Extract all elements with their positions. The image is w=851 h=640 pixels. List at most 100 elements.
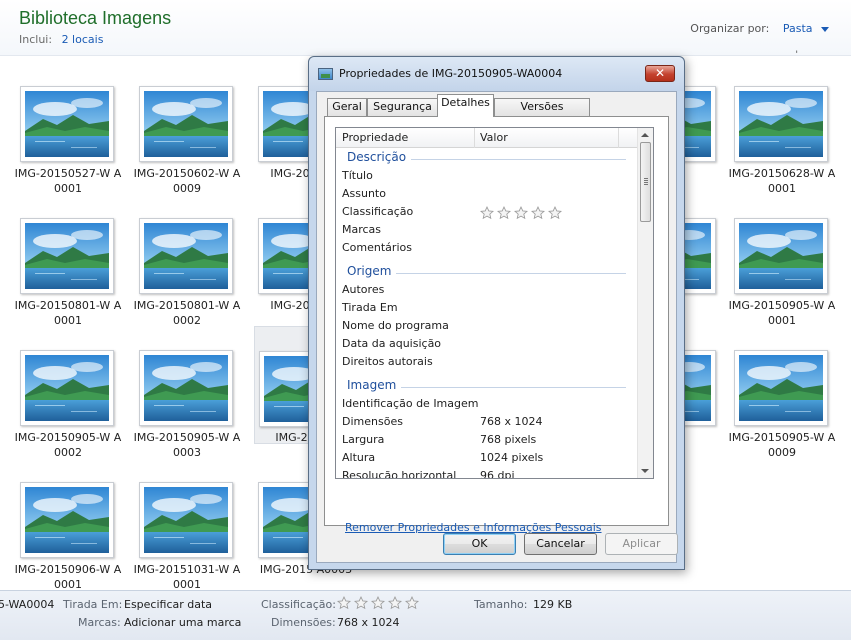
list-item[interactable]: Dimensões 768 x 1024 <box>336 413 638 431</box>
taken-label: Tirada Em: <box>63 598 123 611</box>
photo-icon <box>20 350 114 426</box>
list-item[interactable]: Autores <box>336 281 638 299</box>
thumbnail-item[interactable]: IMG-20150527-W A0001 <box>12 82 124 200</box>
tags-label: Marcas: <box>78 616 121 629</box>
thumbnail-item[interactable]: IMG-20150801-W A0002 <box>131 214 243 332</box>
properties-dialog: Propriedades de IMG-20150905-WA0004 ✕ Ge… <box>308 56 685 570</box>
column-property[interactable]: Propriedade <box>342 131 408 144</box>
cancel-button[interactable]: Cancelar <box>524 533 597 555</box>
list-item[interactable]: Largura 768 pixels <box>336 431 638 449</box>
thumbnail-item[interactable]: IMG-20150905-W A0001 <box>726 214 838 332</box>
thumbnail-item[interactable]: IMG-20150905-W A0009 <box>726 346 838 464</box>
organize-label: Organizar por: <box>690 22 770 35</box>
thumbnail-label: IMG-20150628-W A0001 <box>728 167 836 195</box>
column-value[interactable]: Valor <box>480 131 508 144</box>
photo-icon <box>20 218 114 294</box>
rating-label: Classificação: <box>261 598 336 611</box>
library-header: Biblioteca Imagens Inclui: 2 locais Orga… <box>0 0 851 60</box>
library-title: Biblioteca Imagens <box>19 8 172 28</box>
size-label: Tamanho: <box>474 598 528 611</box>
column-divider[interactable] <box>474 128 475 148</box>
thumbnail-label: IMG-20150905-W A0003 <box>133 431 241 459</box>
vertical-scrollbar[interactable] <box>637 128 653 478</box>
tab-seguranca[interactable]: Segurança <box>367 98 438 116</box>
tab-detalhes[interactable]: Detalhes <box>437 94 494 117</box>
list-item[interactable]: Tirada Em <box>336 299 638 317</box>
property-list[interactable]: Propriedade Valor Descrição Título Assun… <box>335 127 654 479</box>
list-item[interactable]: Comentários <box>336 239 638 257</box>
list-item[interactable]: Data da aquisição <box>336 335 638 353</box>
scroll-up-icon[interactable] <box>641 133 649 137</box>
photo-icon <box>734 218 828 294</box>
rating-stars[interactable] <box>337 596 419 610</box>
thumbnail-item[interactable]: IMG-20150906-W A0001 <box>12 478 124 596</box>
star-icon[interactable] <box>480 206 494 220</box>
star-icon[interactable] <box>388 596 402 610</box>
star-icon[interactable] <box>371 596 385 610</box>
dimensions-value: 768 x 1024 <box>337 616 400 629</box>
star-icon[interactable] <box>354 596 368 610</box>
tab-geral[interactable]: Geral <box>327 98 367 116</box>
thumbnail-item[interactable]: IMG-20150628-W A0001 <box>726 82 838 200</box>
list-item[interactable]: Altura 1024 pixels <box>336 449 638 467</box>
list-header: Propriedade Valor <box>336 128 638 148</box>
organize-dropdown[interactable]: Pasta <box>783 22 813 35</box>
thumbnail-item[interactable]: IMG-20151031-W A0001 <box>131 478 243 596</box>
dialog-title: Propriedades de IMG-20150905-WA0004 <box>339 67 563 80</box>
taken-value[interactable]: Especificar data <box>124 598 212 611</box>
photo-icon <box>318 68 333 80</box>
list-item[interactable]: Classificação <box>336 203 638 221</box>
size-value: 129 KB <box>533 598 573 611</box>
scrollbar-thumb[interactable] <box>640 142 651 222</box>
thumbnail-label: IMG-20150905-W A0001 <box>728 299 836 327</box>
scroll-down-icon[interactable] <box>641 469 649 473</box>
thumbnail-label: IMG-20150801-W A0002 <box>133 299 241 327</box>
list-item[interactable]: Identificação de Imagem <box>336 395 638 413</box>
details-pane: 5-WA0004 Tirada Em: Especificar data Mar… <box>0 590 851 640</box>
thumbnail-label: IMG-20150602-W A0009 <box>133 167 241 195</box>
rating-stars[interactable] <box>480 204 562 222</box>
photo-icon <box>139 482 233 558</box>
star-icon[interactable] <box>514 206 528 220</box>
thumbnail-label: IMG-20150906-W A0001 <box>14 563 122 591</box>
star-icon[interactable] <box>337 596 351 610</box>
group-origin[interactable]: Origem <box>336 263 638 281</box>
list-item[interactable]: Marcas <box>336 221 638 239</box>
dropdown-arrow-icon[interactable] <box>821 26 829 32</box>
thumbnail-item[interactable]: IMG-20150801-W A0001 <box>12 214 124 332</box>
tab-versoes-anteriores[interactable]: Versões Anteriores <box>494 98 590 129</box>
star-icon[interactable] <box>531 206 545 220</box>
photo-icon <box>20 86 114 162</box>
list-item[interactable]: Direitos autorais <box>336 353 638 371</box>
dialog-body: Geral Segurança Detalhes Versões Anterio… <box>316 91 678 563</box>
thumbnail-label: IMG-20150905-W A0009 <box>728 431 836 459</box>
include-label: Inclui: <box>19 33 53 46</box>
list-item[interactable]: Título <box>336 167 638 185</box>
include-locations-link[interactable]: 2 locais <box>62 33 104 46</box>
close-icon[interactable]: ✕ <box>645 65 675 82</box>
star-icon[interactable] <box>405 596 419 610</box>
details-tab-panel: Propriedade Valor Descrição Título Assun… <box>324 116 669 534</box>
apply-button[interactable]: Aplicar <box>605 533 678 555</box>
list-item[interactable]: Resolução horizontal 96 dpi <box>336 467 638 478</box>
thumbnail-item[interactable]: IMG-20150905-W A0002 <box>12 346 124 464</box>
ok-button[interactable]: OK <box>443 533 516 555</box>
photo-icon <box>139 86 233 162</box>
photo-icon <box>139 218 233 294</box>
group-description[interactable]: Descrição <box>336 149 638 167</box>
star-icon[interactable] <box>497 206 511 220</box>
column-divider[interactable] <box>618 128 619 148</box>
photo-icon <box>20 482 114 558</box>
tags-value[interactable]: Adicionar uma marca <box>124 616 241 629</box>
star-icon[interactable] <box>548 206 562 220</box>
organize-by: Organizar por: Pasta <box>690 22 829 35</box>
thumbnail-label: IMG-20150527-W A0001 <box>14 167 122 195</box>
thumbnail-label: IMG-20150801-W A0001 <box>14 299 122 327</box>
thumbnail-item[interactable]: IMG-20150905-W A0003 <box>131 346 243 464</box>
thumbnail-item[interactable]: IMG-20150602-W A0009 <box>131 82 243 200</box>
list-item[interactable]: Assunto <box>336 185 638 203</box>
group-image[interactable]: Imagem <box>336 377 638 395</box>
dialog-titlebar[interactable]: Propriedades de IMG-20150905-WA0004 ✕ <box>309 57 684 91</box>
list-item[interactable]: Nome do programa <box>336 317 638 335</box>
photo-icon <box>734 86 828 162</box>
